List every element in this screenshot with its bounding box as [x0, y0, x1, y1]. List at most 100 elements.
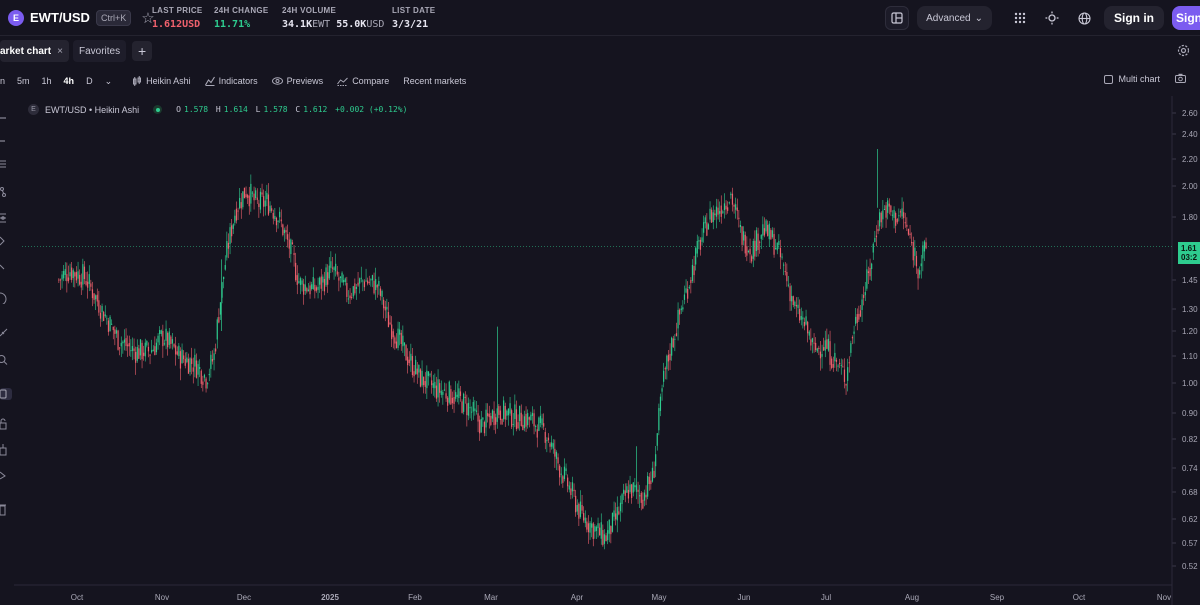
candle-body: [557, 457, 559, 464]
candle-body: [680, 308, 682, 311]
lock-all-tool-icon[interactable]: [0, 444, 12, 456]
crosshair-tool-icon[interactable]: [0, 110, 12, 122]
candle-body: [632, 482, 634, 493]
candle-body: [741, 226, 743, 245]
apps-grid-icon[interactable]: [1008, 6, 1032, 30]
candle-body: [408, 359, 410, 363]
candle-body: [864, 292, 866, 296]
zoom-tool-icon[interactable]: [0, 354, 12, 366]
candle-body: [168, 331, 170, 345]
close-icon[interactable]: ×: [57, 46, 63, 57]
candle-body: [455, 392, 457, 399]
candle-body: [677, 309, 679, 329]
trendline-tool-icon[interactable]: [0, 134, 12, 146]
candle-body: [789, 286, 791, 302]
candle-body: [610, 526, 612, 535]
timeframe-5m[interactable]: 5m: [17, 76, 30, 86]
path-tool-icon[interactable]: [0, 186, 12, 198]
candle-body: [474, 408, 476, 411]
candle-body: [543, 423, 545, 427]
candle-body: [568, 485, 570, 490]
ruler-tool-icon[interactable]: [0, 326, 12, 338]
settings-gear-icon[interactable]: [1177, 44, 1190, 60]
candle-body: [858, 313, 860, 320]
candle-body: [338, 277, 340, 281]
timeframe-4h[interactable]: 4h: [64, 76, 75, 86]
candle-body: [450, 389, 452, 405]
candle-body: [511, 410, 513, 427]
heikin-ashi-button[interactable]: Heikin Ashi: [132, 76, 191, 86]
theme-sun-icon[interactable]: [1040, 6, 1064, 30]
indicators-button[interactable]: Indicators: [204, 76, 258, 86]
language-globe-icon[interactable]: [1072, 6, 1096, 30]
candle-body: [725, 205, 727, 210]
eye-hide-tool-icon[interactable]: [0, 468, 12, 480]
candle-body: [616, 507, 618, 521]
candle-body: [307, 289, 310, 292]
candle-body: [579, 501, 582, 517]
candle-body: [696, 240, 698, 254]
candle-body: [744, 234, 746, 254]
brush-tool-icon[interactable]: [0, 264, 12, 276]
candle-body: [341, 272, 343, 283]
candle-body: [282, 224, 284, 235]
tab-favorites[interactable]: Favorites: [72, 40, 127, 62]
shape-circle-tool-icon[interactable]: [0, 292, 12, 304]
tab-market-chart[interactable]: arket chart ×: [0, 40, 69, 62]
lock-tool-icon[interactable]: [0, 418, 12, 430]
candle-body: [232, 224, 234, 229]
layout-panel-icon[interactable]: [885, 6, 910, 30]
add-tab-plus-icon[interactable]: +: [132, 41, 153, 61]
multi-chart-checkbox[interactable]: [1104, 74, 1114, 84]
previews-button[interactable]: Previews: [271, 76, 323, 86]
timeframe-chevron-down-icon[interactable]: ⌄: [105, 76, 113, 87]
candle-body: [602, 530, 604, 546]
horizontal-lines-tool-icon[interactable]: [0, 158, 12, 170]
candle-body: [296, 275, 298, 285]
candle-body: [429, 374, 431, 376]
candle-body: [832, 364, 834, 368]
candle-body: [779, 248, 782, 258]
timeframe-1h[interactable]: 1h: [42, 76, 52, 86]
candle-body: [795, 305, 798, 307]
y-axis: 2.60 2.40 2.20 2.00 1.80 1.45 1.30 1.20 1.10 1.00…: [1171, 96, 1198, 605]
multi-chart-toggle[interactable]: Multi chart: [1104, 74, 1160, 84]
y-tick-label: 1.00: [1182, 379, 1198, 388]
candle-body: [223, 276, 225, 280]
trash-tool-icon[interactable]: [0, 504, 12, 516]
candle-body: [295, 262, 297, 281]
candle-body: [762, 224, 764, 236]
candle-body: [389, 322, 391, 325]
candle-body: [554, 448, 556, 457]
timeframe-d[interactable]: D: [86, 76, 93, 86]
candle-body: [635, 485, 638, 490]
candle-body: [615, 513, 617, 520]
price-chart[interactable]: 2.60 2.40 2.20 2.00 1.80 1.45 1.30 1.20 1.10 1.00…: [0, 0, 1200, 605]
candle-body: [434, 381, 436, 389]
recent-markets-button[interactable]: Recent markets: [403, 76, 466, 86]
candle-body: [141, 342, 143, 360]
candle-body: [565, 468, 567, 472]
candle-body: [699, 239, 702, 250]
symbol-icon: E: [28, 104, 39, 115]
fib-tool-icon[interactable]: [0, 212, 12, 224]
candle-body: [466, 403, 468, 416]
timeframe-minute-partial[interactable]: n: [0, 76, 5, 86]
sign-up-button[interactable]: Sign up: [1172, 6, 1200, 30]
pair-selector[interactable]: E EWT/USD Ctrl+K: [0, 9, 132, 26]
magnet-tool-icon[interactable]: [0, 388, 12, 400]
candle-body: [104, 314, 106, 317]
compare-button[interactable]: Compare: [337, 76, 389, 86]
advanced-dropdown[interactable]: Advanced ⌄: [917, 6, 992, 30]
candle-body: [397, 328, 399, 348]
sign-in-button[interactable]: Sign in: [1104, 6, 1164, 30]
camera-icon[interactable]: [1175, 73, 1186, 86]
pitchfork-tool-icon[interactable]: [0, 236, 12, 248]
candle-body: [391, 324, 393, 340]
candle-body: [427, 371, 430, 376]
candle-body: [703, 222, 705, 233]
candle-body: [653, 470, 655, 478]
candle-body: [869, 267, 871, 277]
candle-body: [850, 343, 852, 353]
candle-body: [71, 267, 73, 280]
